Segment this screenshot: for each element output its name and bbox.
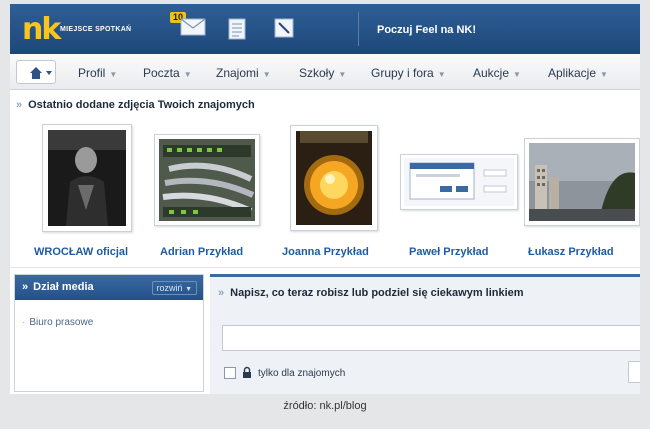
media-panel: » Dział media rozwiń ▼ · Biuro prasowe [14, 274, 204, 392]
nav-poczta[interactable]: Poczta ▼ [143, 66, 192, 80]
nav-aplikacje[interactable]: Aplikacje ▼ [548, 66, 608, 80]
photo-owner-name[interactable]: WROCŁAW oficjal [34, 246, 128, 258]
chevron-down-icon: ▼ [109, 70, 118, 79]
media-link-item[interactable]: · Biuro prasowe [22, 317, 93, 328]
source-caption: źródło: nk.pl/blog [283, 400, 367, 412]
photo-image [48, 130, 126, 226]
chevron-down-icon: ▼ [185, 286, 192, 293]
bullet-icon: · [22, 317, 26, 328]
photo-thumbnail[interactable] [154, 134, 260, 226]
mail-icon[interactable] [180, 18, 206, 36]
photo-thumbnail[interactable] [400, 154, 518, 210]
photo-thumbnail[interactable] [42, 124, 132, 232]
nav-label: Aplikacje [548, 66, 597, 80]
chevron-down-icon: ▼ [513, 70, 521, 79]
main-nav: Profil ▼ Poczta ▼ Znajomi ▼ Szkoły ▼ Grupy i… [10, 54, 640, 90]
photo-owner-name[interactable]: Joanna Przykład [282, 246, 369, 258]
nav-profil[interactable]: Profil ▼ [78, 66, 117, 80]
photo-image [404, 158, 514, 206]
submit-button[interactable] [628, 361, 640, 383]
photo-image [296, 131, 372, 225]
top-header: nk MIEJSCE SPOTKAŃ 10 Poczuj Feel na NK! [10, 4, 640, 54]
friends-only-label: tylko dla znajomych [258, 368, 346, 379]
nav-znajomi[interactable]: Znajomi ▼ [216, 66, 271, 80]
media-panel-header: » Dział media rozwiń ▼ [15, 275, 203, 300]
chevron-down-icon: ▼ [437, 70, 446, 79]
chevron-down-icon: ▼ [338, 70, 347, 79]
nav-label: Aukcje [473, 66, 510, 80]
status-panel-title-text: Napisz, co teraz robisz lub podziel się … [230, 287, 524, 299]
media-panel-title: » Dział media [22, 281, 94, 293]
nk-logo[interactable]: nk [22, 12, 61, 47]
media-link-label: Biuro prasowe [29, 317, 94, 328]
section-arrow-icon: » [218, 287, 225, 299]
divider [10, 267, 640, 268]
section-arrow-icon: » [16, 99, 23, 111]
chevron-down-icon: ▼ [183, 70, 192, 79]
status-panel-title: » Napisz, co teraz robisz lub podziel się… [218, 287, 524, 299]
nav-grupy-i-fora[interactable]: Grupy i fora ▼ [371, 66, 446, 80]
photo-thumbnail[interactable] [290, 125, 378, 231]
media-panel-title-text: Dział media [33, 281, 94, 293]
screenshot-frame: nk MIEJSCE SPOTKAŃ 10 Poczuj Feel na NK! [0, 0, 650, 429]
promo-link[interactable]: Poczuj Feel na NK! [377, 24, 476, 36]
logo-tagline: MIEJSCE SPOTKAŃ [60, 26, 132, 33]
expand-button[interactable]: rozwiń ▼ [151, 281, 197, 295]
nav-label: Szkoły [299, 66, 335, 80]
edit-icon[interactable] [274, 18, 294, 38]
status-input[interactable] [222, 325, 640, 351]
photos-section-title-text: Ostatnio dodane zdjęcia Twoich znajomych [28, 99, 255, 111]
status-panel: » Napisz, co teraz robisz lub podziel się… [210, 274, 640, 394]
nav-label: Profil [78, 66, 106, 80]
nav-label: Poczta [143, 66, 180, 80]
expand-label: rozwiń [156, 283, 183, 293]
photo-owner-name[interactable]: Adrian Przykład [160, 246, 243, 258]
nk-page: nk MIEJSCE SPOTKAŃ 10 Poczuj Feel na NK! [10, 4, 640, 394]
photo-thumbnail[interactable] [524, 138, 640, 226]
nav-szkoly[interactable]: Szkoły ▼ [299, 66, 346, 80]
friends-only-checkbox[interactable] [224, 367, 236, 379]
nav-label: Grupy i fora [371, 66, 434, 80]
header-divider [358, 12, 359, 46]
photo-image [159, 139, 255, 221]
section-arrow-icon: » [22, 281, 29, 293]
chevron-down-icon: ▼ [262, 70, 271, 79]
nav-aukcje[interactable]: Aukcje ▼ [473, 66, 521, 80]
notes-icon[interactable] [228, 18, 246, 40]
photo-image [529, 143, 635, 221]
home-icon [30, 67, 52, 79]
photos-section-title: » Ostatnio dodane zdjęcia Twoich znajomyc… [16, 99, 255, 111]
nav-label: Znajomi [216, 66, 259, 80]
chevron-down-icon: ▼ [600, 70, 608, 79]
photo-owner-name[interactable]: Paweł Przykład [409, 246, 489, 258]
home-button[interactable] [16, 60, 56, 84]
photo-owner-name[interactable]: Łukasz Przykład [528, 246, 614, 258]
lock-icon [243, 366, 251, 378]
